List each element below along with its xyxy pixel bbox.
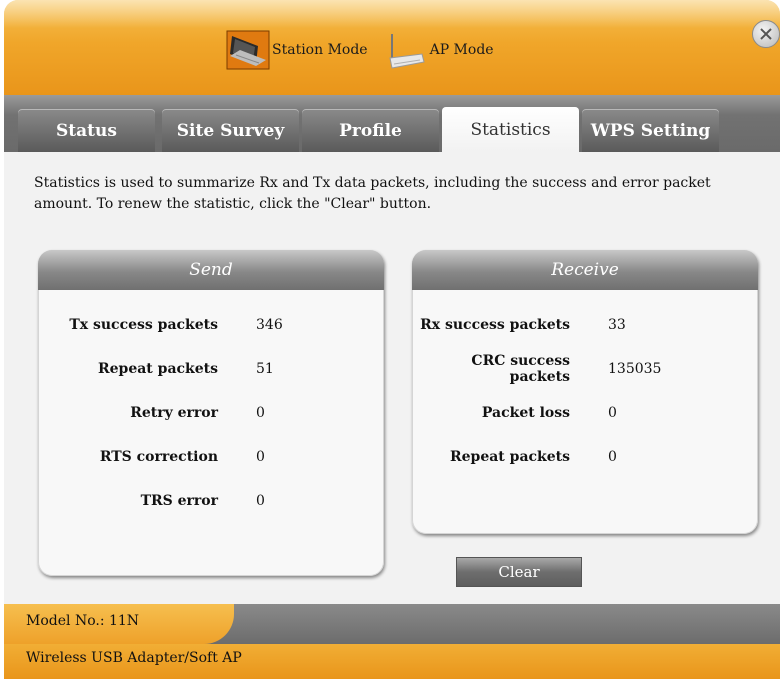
mode-selector: Station Mode AP Mode — [226, 30, 494, 70]
close-icon[interactable] — [752, 20, 780, 48]
model-number: Model No.: 11N — [26, 613, 140, 629]
send-row-label: RTS correction — [99, 449, 218, 465]
send-row-value: 0 — [256, 449, 265, 465]
receive-row: Repeat packets 0 — [412, 447, 617, 467]
receive-panel-title: Receive — [412, 250, 758, 290]
send-row: Retry error 0 — [38, 403, 265, 423]
send-row-value: 0 — [256, 493, 265, 509]
send-row-value: 0 — [256, 405, 265, 421]
send-row: TRS error 0 — [38, 491, 265, 511]
station-mode-label: Station Mode — [272, 42, 368, 58]
send-row: Tx success packets 346 — [38, 315, 282, 335]
receive-row-label: Packet loss — [481, 405, 570, 421]
station-mode-button[interactable]: Station Mode — [226, 30, 368, 70]
tab-bar: Status Site Survey Profile Statistics WP… — [4, 95, 780, 152]
receive-row-label: Repeat packets — [450, 449, 570, 465]
send-row-value: 346 — [256, 317, 283, 333]
utility-window: Station Mode AP Mode Status Site Survey … — [4, 0, 780, 679]
tab-status[interactable]: Status — [18, 109, 155, 152]
send-row: RTS correction 0 — [38, 447, 265, 467]
receive-row: Packet loss 0 — [412, 403, 617, 423]
receive-panel: Receive Rx success packets 33 CRC succes… — [412, 250, 758, 534]
receive-row-value: 33 — [608, 317, 626, 333]
send-row-value: 51 — [256, 361, 274, 377]
statistics-description: Statistics is used to summarize Rx and T… — [34, 175, 711, 212]
receive-row-value: 0 — [608, 405, 617, 421]
title-banner: Station Mode AP Mode — [4, 0, 780, 95]
receive-row: Rx success packets 33 — [412, 315, 626, 335]
send-row-label: Tx success packets — [69, 317, 218, 333]
tab-statistics[interactable]: Statistics — [442, 107, 579, 152]
station-laptop-icon — [226, 30, 270, 70]
receive-row-label: CRC success packets — [471, 353, 570, 385]
tab-wps-setting[interactable]: WPS Setting — [582, 109, 719, 152]
tab-site-survey[interactable]: Site Survey — [162, 109, 299, 152]
send-row-label: Repeat packets — [98, 361, 218, 377]
router-icon — [388, 34, 425, 69]
send-panel: Send Tx success packets 346 Repeat packe… — [38, 250, 384, 576]
receive-row-label: Rx success packets — [420, 317, 570, 333]
send-panel-title: Send — [38, 250, 384, 290]
receive-row: CRC success packets 135035 — [412, 353, 661, 385]
receive-row-value: 0 — [608, 449, 617, 465]
ap-mode-button[interactable]: AP Mode — [384, 30, 494, 70]
adapter-name: Wireless USB Adapter/Soft AP — [26, 650, 242, 666]
ap-mode-label: AP Mode — [429, 42, 494, 58]
clear-button[interactable]: Clear — [456, 557, 582, 587]
send-row: Repeat packets 51 — [38, 359, 274, 379]
tab-profile[interactable]: Profile — [302, 109, 439, 152]
send-row-label: Retry error — [130, 405, 218, 421]
send-row-label: TRS error — [140, 493, 218, 509]
receive-row-value: 135035 — [608, 361, 662, 377]
